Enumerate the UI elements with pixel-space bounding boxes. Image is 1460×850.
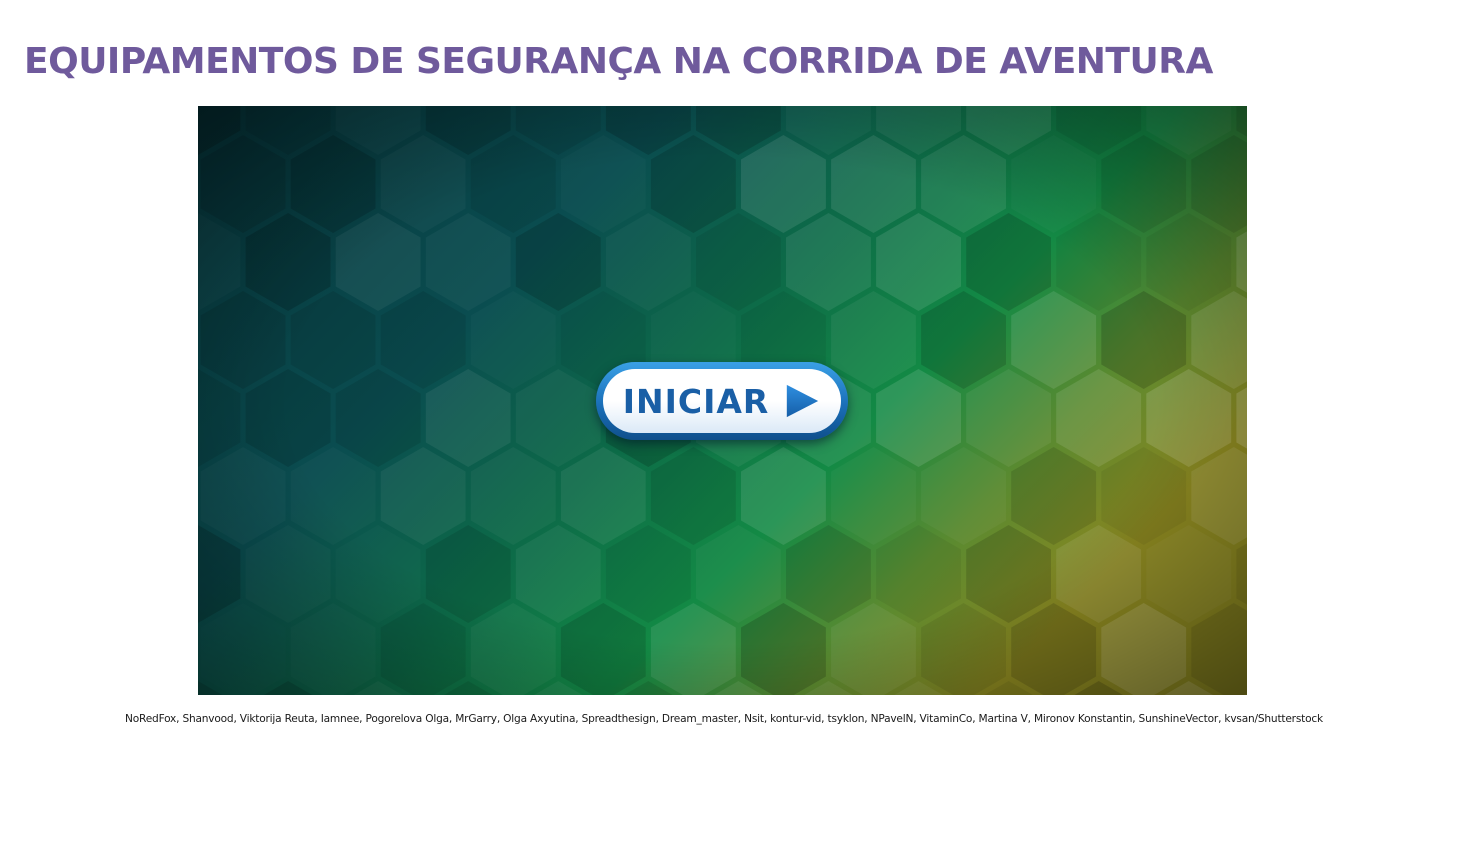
start-button-face: INICIAR: [603, 369, 841, 433]
page-title: EQUIPAMENTOS DE SEGURANÇA NA CORRIDA DE …: [24, 41, 1213, 82]
start-button-label: INICIAR: [622, 381, 770, 421]
image-credits: NoRedFox, Shanvood, Viktorija Reuta, Iam…: [125, 713, 1323, 725]
activity-stage: INICIAR: [198, 106, 1247, 695]
start-button[interactable]: INICIAR: [596, 362, 848, 440]
play-icon: [787, 384, 819, 418]
